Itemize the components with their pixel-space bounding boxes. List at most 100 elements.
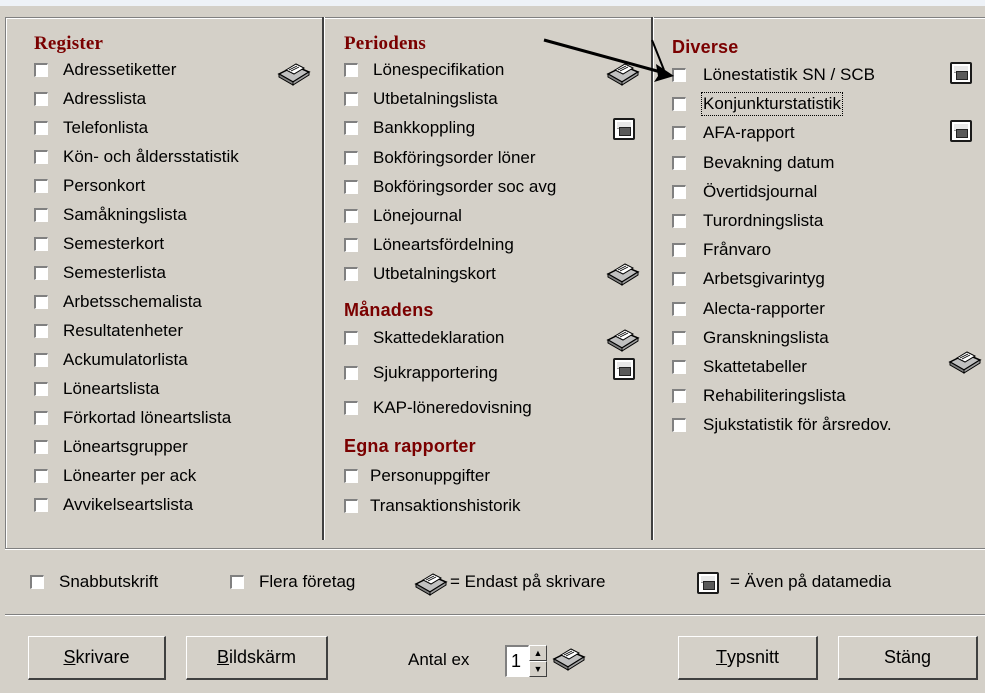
report-option[interactable]: Skattetabeller xyxy=(672,354,807,380)
spin-up-icon[interactable]: ▲ xyxy=(529,645,547,661)
report-option[interactable]: Bevakning datum xyxy=(672,150,834,176)
report-label: Frånvaro xyxy=(703,240,772,260)
report-checkbox[interactable] xyxy=(672,389,686,404)
report-option[interactable]: Ackumulatorlista xyxy=(34,347,188,373)
report-checkbox[interactable] xyxy=(344,63,358,77)
report-option[interactable]: Arbetsschemalista xyxy=(34,289,202,315)
report-option[interactable]: AFA-rapport xyxy=(672,120,795,146)
report-option[interactable]: Samåkningslista xyxy=(34,202,187,228)
report-option[interactable]: Löneartslista xyxy=(34,376,159,402)
report-checkbox[interactable] xyxy=(34,266,48,280)
spin-down-icon[interactable]: ▼ xyxy=(529,661,547,677)
snabbutskrift-option[interactable]: Snabbutskrift xyxy=(30,569,158,595)
report-checkbox[interactable] xyxy=(34,179,48,193)
report-option[interactable]: Lönejournal xyxy=(344,203,462,229)
report-checkbox[interactable] xyxy=(672,184,686,199)
report-option[interactable]: Lönearter per ack xyxy=(34,463,196,489)
report-option[interactable]: Sjukrapportering xyxy=(344,360,498,386)
report-option[interactable]: Löneartsfördelning xyxy=(344,232,514,258)
report-checkbox[interactable] xyxy=(344,401,358,415)
report-option[interactable]: Skattedeklaration xyxy=(344,325,504,351)
report-checkbox[interactable] xyxy=(344,267,358,282)
report-checkbox[interactable] xyxy=(34,92,48,106)
report-option[interactable]: Lönespecifikation xyxy=(344,57,504,83)
skrivare-button[interactable]: Skrivare xyxy=(28,636,166,680)
report-option[interactable]: Frånvaro xyxy=(672,237,771,263)
report-option[interactable]: KAP-löneredovisning xyxy=(344,395,532,421)
report-checkbox[interactable] xyxy=(672,330,686,345)
report-option[interactable]: Förkortad löneartslista xyxy=(34,405,231,431)
report-checkbox[interactable] xyxy=(34,63,48,77)
report-checkbox[interactable] xyxy=(34,208,48,222)
report-option[interactable]: Granskningslista xyxy=(672,325,829,351)
report-option[interactable]: Bokföringsorder löner xyxy=(344,145,536,171)
report-option[interactable]: Personuppgifter xyxy=(344,463,490,489)
report-checkbox[interactable] xyxy=(344,121,358,136)
report-checkbox[interactable] xyxy=(34,469,48,483)
report-option[interactable]: Rehabiliteringslista xyxy=(672,383,846,409)
report-option[interactable]: Arbetsgivarintyg xyxy=(672,266,825,292)
snabbutskrift-checkbox[interactable] xyxy=(30,575,44,589)
report-option[interactable]: Bokföringsorder soc avg xyxy=(344,174,556,200)
report-checkbox[interactable] xyxy=(672,272,686,287)
bildskarm-button[interactable]: Bildskärm xyxy=(186,636,328,680)
report-checkbox[interactable] xyxy=(672,155,686,170)
report-checkbox[interactable] xyxy=(344,331,358,345)
report-checkbox[interactable] xyxy=(672,301,686,316)
report-checkbox[interactable] xyxy=(344,150,358,165)
report-option[interactable]: Transaktionshistorik xyxy=(344,493,521,519)
report-checkbox[interactable] xyxy=(34,382,48,396)
report-option[interactable]: Adressetiketter xyxy=(34,57,176,83)
report-option[interactable]: Adresslista xyxy=(34,86,146,112)
report-checkbox[interactable] xyxy=(672,214,686,228)
report-checkbox[interactable] xyxy=(34,150,48,164)
report-option[interactable]: Bankkoppling xyxy=(344,115,475,141)
report-checkbox[interactable] xyxy=(344,209,358,223)
report-checkbox[interactable] xyxy=(672,97,686,112)
report-checkbox[interactable] xyxy=(672,243,686,258)
report-checkbox[interactable] xyxy=(34,498,48,512)
report-label: Kön- och åldersstatistik xyxy=(63,147,239,166)
report-checkbox[interactable] xyxy=(34,121,48,135)
report-checkbox[interactable] xyxy=(34,353,48,367)
report-option[interactable]: Turordningslista xyxy=(672,208,823,234)
report-option[interactable]: Övertidsjournal xyxy=(672,179,817,205)
report-checkbox[interactable] xyxy=(672,126,686,141)
antal-ex-input[interactable]: 1 xyxy=(505,645,529,677)
report-checkbox[interactable] xyxy=(34,440,48,454)
report-option[interactable]: Lönestatistik SN / SCB xyxy=(672,62,875,88)
report-checkbox[interactable] xyxy=(344,366,358,380)
report-option[interactable]: Utbetalningskort xyxy=(344,261,496,287)
report-option[interactable]: Semesterlista xyxy=(34,260,166,286)
report-option[interactable]: Kön- och åldersstatistik xyxy=(34,144,239,170)
report-checkbox[interactable] xyxy=(344,499,358,513)
report-option[interactable]: Utbetalningslista xyxy=(344,86,498,112)
report-checkbox[interactable] xyxy=(34,324,48,338)
report-checkbox[interactable] xyxy=(344,179,358,194)
report-option[interactable]: Sjukstatistik för årsredov. xyxy=(672,412,892,438)
report-label: Utbetalningskort xyxy=(373,264,496,284)
typsnitt-button[interactable]: Typsnitt xyxy=(678,636,818,680)
stang-button[interactable]: Stäng xyxy=(838,636,978,680)
report-checkbox[interactable] xyxy=(34,237,48,251)
report-option[interactable]: Konjunkturstatistik xyxy=(672,91,843,117)
separator xyxy=(5,615,985,616)
report-option[interactable]: Löneartsgrupper xyxy=(34,434,188,460)
report-option[interactable]: Semesterkort xyxy=(34,231,164,257)
report-option[interactable]: Alecta-rapporter xyxy=(672,296,825,322)
report-checkbox[interactable] xyxy=(344,92,358,107)
report-checkbox[interactable] xyxy=(672,360,686,374)
report-checkbox[interactable] xyxy=(344,238,358,253)
report-option[interactable]: Personkort xyxy=(34,173,145,199)
report-label: Transaktionshistorik xyxy=(370,496,521,515)
antal-ex-spinner[interactable]: ▲ ▼ xyxy=(529,645,547,677)
flera-foretag-option[interactable]: Flera företag xyxy=(230,569,355,595)
report-checkbox[interactable] xyxy=(672,418,686,433)
report-checkbox[interactable] xyxy=(34,411,48,425)
report-option[interactable]: Telefonlista xyxy=(34,115,148,141)
report-option[interactable]: Resultatenheter xyxy=(34,318,183,344)
report-checkbox[interactable] xyxy=(344,469,358,483)
report-option[interactable]: Avvikelseartslista xyxy=(34,492,193,518)
report-checkbox[interactable] xyxy=(34,295,48,309)
flera-foretag-checkbox[interactable] xyxy=(230,575,244,589)
